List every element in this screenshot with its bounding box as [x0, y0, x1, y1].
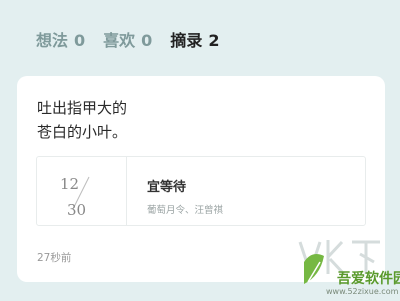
tab-likes-label: 喜欢: [103, 31, 136, 50]
tab-thoughts-count: 0: [74, 31, 86, 50]
book-info: 宜等待 葡萄月令、汪曾祺: [127, 157, 223, 225]
timestamp: 27秒前: [37, 252, 72, 264]
book-title: 宜等待: [147, 180, 187, 195]
book-reference[interactable]: 12 30 宜等待 葡萄月令、汪曾祺: [36, 156, 366, 226]
tab-thoughts-label: 想法: [36, 31, 69, 50]
excerpt-line-1: 吐出指甲大的: [37, 99, 128, 117]
date-day: 30: [67, 201, 86, 219]
tab-likes[interactable]: 喜欢 0: [103, 27, 152, 51]
excerpt-line-2: 苍白的小叶。: [37, 123, 128, 141]
date-graphic: 12 30: [60, 175, 90, 219]
tab-excerpts-label: 摘录: [170, 31, 203, 50]
tab-excerpts-count: 2: [208, 31, 220, 50]
date-month: 12: [60, 175, 79, 193]
tab-thoughts[interactable]: 想法 0: [36, 27, 85, 51]
tab-excerpts[interactable]: 摘录 2: [170, 27, 219, 51]
excerpt-text: 吐出指甲大的 苍白的小叶。: [37, 96, 127, 144]
book-meta: 葡萄月令、汪曾祺: [147, 205, 224, 216]
tab-likes-count: 0: [141, 31, 153, 50]
watermark-url: www.52zixue.com: [326, 287, 399, 296]
date-block: 12 30: [37, 157, 127, 225]
watermark-site-name: 吾爱软件园: [337, 271, 400, 287]
tab-bar: 想法 0 喜欢 0 摘录 2: [36, 27, 219, 51]
